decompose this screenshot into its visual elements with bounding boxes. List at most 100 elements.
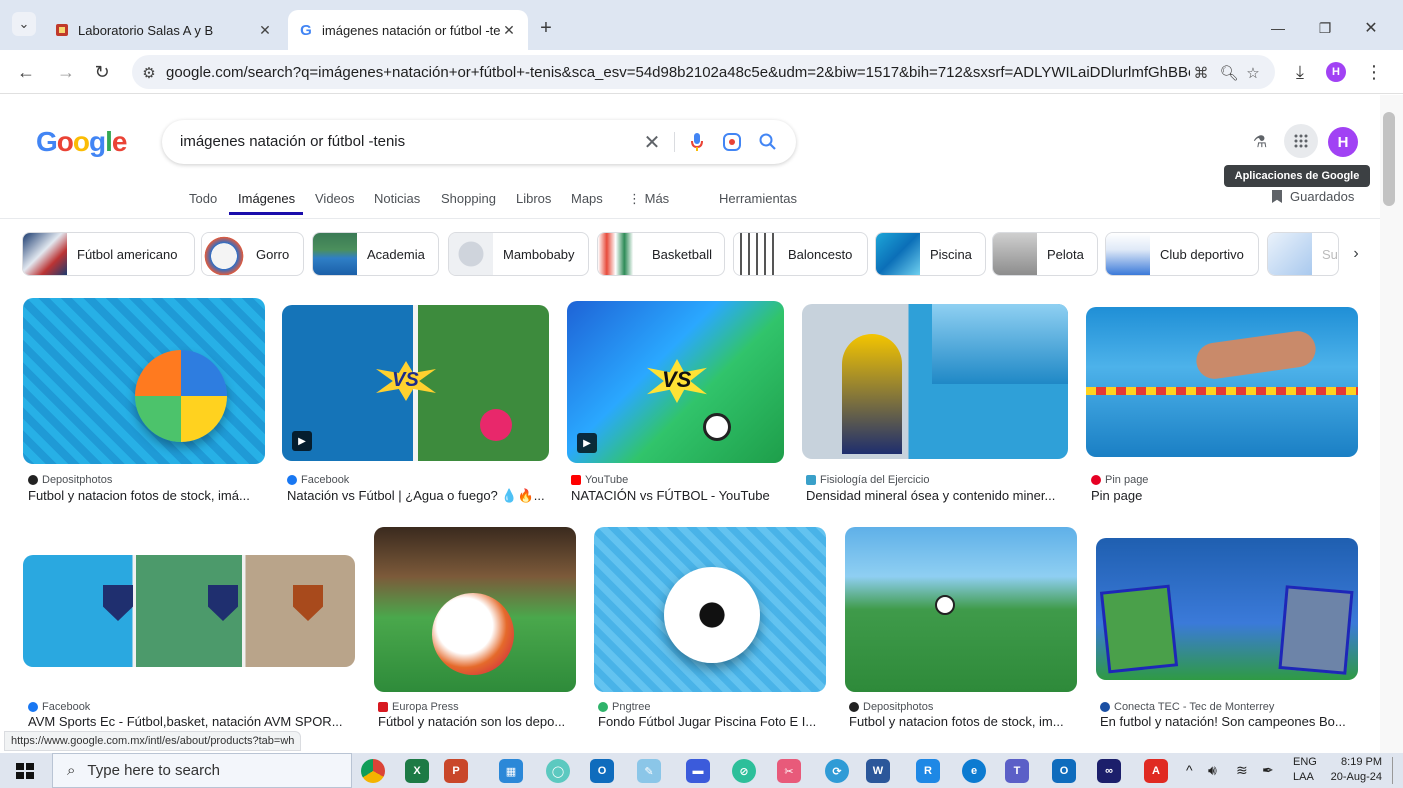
- account-avatar[interactable]: H: [1328, 127, 1358, 157]
- snip-icon[interactable]: ✂: [777, 759, 801, 783]
- tab-maps[interactable]: Maps: [571, 191, 603, 206]
- result-caption[interactable]: Fondo Fútbol Jugar Piscina Foto E I...: [598, 714, 826, 729]
- lens-icon[interactable]: [720, 130, 744, 154]
- tools-button[interactable]: Herramientas: [719, 191, 797, 206]
- restore-button[interactable]: ❐: [1311, 14, 1339, 42]
- chip-academia[interactable]: Academia: [312, 232, 439, 276]
- infinity-app-icon[interactable]: ∞: [1097, 759, 1121, 783]
- taskbar-search[interactable]: ⌕ Type here to search: [52, 753, 352, 788]
- result-image[interactable]: VS ▶: [567, 301, 784, 463]
- result-image[interactable]: [1086, 307, 1358, 457]
- result-caption[interactable]: AVM Sports Ec - Fútbol,basket, natación …: [28, 714, 354, 729]
- result-image[interactable]: [802, 304, 1068, 459]
- google-logo[interactable]: Google: [36, 126, 127, 158]
- pen-icon[interactable]: ✒: [1262, 762, 1274, 779]
- tab-noticias[interactable]: Noticias: [374, 191, 420, 206]
- clear-icon[interactable]: ✕: [640, 130, 664, 154]
- star-icon[interactable]: ☆: [1242, 63, 1264, 83]
- chip-club-deportivo[interactable]: Club deportivo: [1105, 232, 1259, 276]
- reload-icon[interactable]: ↻: [88, 58, 116, 86]
- result-caption[interactable]: Futbol y natacion fotos de stock, imá...: [28, 488, 264, 503]
- powerpoint-icon[interactable]: P: [444, 759, 468, 783]
- back-arrow-icon[interactable]: ←: [12, 58, 40, 86]
- labs-flask-icon[interactable]: ⚗: [1248, 130, 1272, 154]
- paint-icon[interactable]: ✎: [637, 759, 661, 783]
- tab-laboratorio[interactable]: Laboratorio Salas A y B ✕: [44, 10, 284, 50]
- tab-shopping[interactable]: Shopping: [441, 191, 496, 206]
- tab-search-button[interactable]: ⌄: [12, 12, 36, 36]
- minimize-button[interactable]: —: [1264, 14, 1292, 42]
- result-image[interactable]: VS ▶: [282, 305, 549, 461]
- r-app-icon[interactable]: R: [916, 759, 940, 783]
- tab-google-images[interactable]: G imágenes natación or fútbol -te ✕: [288, 10, 528, 50]
- result-image[interactable]: [23, 555, 355, 667]
- outlook-icon[interactable]: O: [590, 759, 614, 783]
- chip-basketball[interactable]: Basketball: [597, 232, 725, 276]
- result-image[interactable]: [845, 527, 1077, 692]
- microphone-icon[interactable]: [685, 130, 709, 154]
- chrome-icon[interactable]: [361, 759, 385, 783]
- windows-start-icon[interactable]: [16, 763, 34, 779]
- zoom-icon[interactable]: 🔍︎: [1218, 63, 1240, 83]
- close-icon[interactable]: ✕: [500, 21, 518, 39]
- acrobat-icon[interactable]: A: [1144, 759, 1168, 783]
- result-caption[interactable]: Fútbol y natación son los depo...: [378, 714, 576, 729]
- calendar-icon[interactable]: ▦: [499, 759, 523, 783]
- apps-grid-icon[interactable]: [1284, 124, 1318, 158]
- chevron-up-icon[interactable]: ^: [1186, 762, 1193, 778]
- menu-kebab-icon[interactable]: ⋮: [1360, 58, 1388, 86]
- wifi-icon[interactable]: ≋: [1236, 762, 1248, 779]
- download-icon[interactable]: ⤓: [1286, 58, 1314, 86]
- result-caption[interactable]: En futbol y natación! Son campeones Bo..…: [1100, 714, 1358, 729]
- close-icon[interactable]: ✕: [256, 21, 274, 39]
- word-icon[interactable]: W: [866, 759, 890, 783]
- result-image[interactable]: [374, 527, 576, 692]
- result-caption[interactable]: Densidad mineral ósea y contenido miner.…: [806, 488, 1068, 503]
- chip-gorro[interactable]: Gorro: [201, 232, 304, 276]
- whiteboard-icon[interactable]: ▬: [686, 759, 710, 783]
- translate-icon[interactable]: ⌘: [1190, 63, 1212, 83]
- saved-link[interactable]: Guardados: [1272, 189, 1354, 204]
- tab-libros[interactable]: Libros: [516, 191, 551, 206]
- tab-todo[interactable]: Todo: [189, 191, 217, 206]
- result-caption[interactable]: NATACIÓN vs FÚTBOL - YouTube: [571, 488, 784, 503]
- edge-icon[interactable]: e: [962, 759, 986, 783]
- result-image[interactable]: [23, 298, 265, 464]
- chevron-right-icon[interactable]: ›: [1344, 242, 1368, 266]
- profile-avatar[interactable]: H: [1322, 58, 1350, 86]
- result-image[interactable]: [1096, 538, 1358, 680]
- app-icon[interactable]: ⊘: [732, 759, 756, 783]
- excel-icon[interactable]: X: [405, 759, 429, 783]
- result-caption[interactable]: Futbol y natacion fotos de stock, im...: [849, 714, 1075, 729]
- outlook-icon-2[interactable]: O: [1052, 759, 1076, 783]
- language-indicator[interactable]: ENG LAA: [1293, 755, 1317, 785]
- search-box[interactable]: imágenes natación or fútbol -tenis ✕: [162, 120, 796, 164]
- chip-futbol-americano[interactable]: Fútbol americano: [22, 232, 195, 276]
- tab-mas[interactable]: ⋮ Más: [628, 191, 669, 207]
- network-app-icon[interactable]: ⟳: [825, 759, 849, 783]
- chip-baloncesto[interactable]: Baloncesto: [733, 232, 868, 276]
- tab-imagenes[interactable]: Imágenes: [238, 191, 295, 206]
- chip-pelota[interactable]: Pelota: [992, 232, 1098, 276]
- scrollbar-thumb[interactable]: [1383, 112, 1395, 206]
- new-tab-button[interactable]: +: [532, 14, 560, 42]
- speaker-icon[interactable]: 🔊︎: [1208, 762, 1217, 779]
- tab-videos[interactable]: Videos: [315, 191, 355, 206]
- chip-piscina[interactable]: Piscina: [875, 232, 986, 276]
- search-query[interactable]: imágenes natación or fútbol -tenis: [180, 133, 405, 150]
- window-close-button[interactable]: ✕: [1357, 14, 1385, 42]
- result-caption[interactable]: Pin page: [1091, 488, 1351, 503]
- chip-su[interactable]: Su: [1267, 232, 1339, 276]
- clock[interactable]: 8:19 PM 20-Aug-24: [1330, 755, 1382, 785]
- europapress-icon: [378, 702, 388, 712]
- site-settings-icon[interactable]: ⚙: [138, 63, 160, 83]
- search-icon[interactable]: [756, 130, 780, 154]
- show-desktop-button[interactable]: [1392, 757, 1393, 784]
- chat-icon[interactable]: ◯: [546, 759, 570, 783]
- teams-icon[interactable]: T: [1005, 759, 1029, 783]
- chip-mambobaby[interactable]: Mambobaby: [448, 232, 589, 276]
- result-image[interactable]: [594, 527, 826, 692]
- result-caption[interactable]: Natación vs Fútbol | ¿Agua o fuego? 💧🔥..…: [287, 488, 549, 504]
- address-bar[interactable]: ⚙ google.com/search?q=imágenes+natación+…: [132, 55, 1275, 89]
- forward-arrow-icon[interactable]: →: [52, 58, 80, 86]
